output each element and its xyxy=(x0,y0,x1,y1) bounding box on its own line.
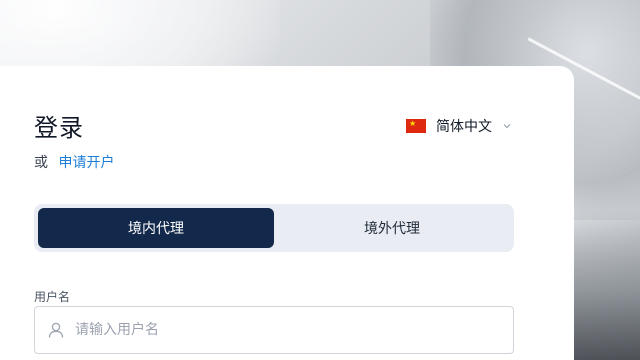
language-label: 简体中文 xyxy=(436,119,492,135)
username-input[interactable] xyxy=(73,309,513,351)
register-link[interactable]: 申请开户 xyxy=(58,155,114,171)
or-text: 或 xyxy=(34,155,48,171)
agent-type-tabs: 境内代理 境外代理 xyxy=(34,204,514,252)
username-label: 用户名 xyxy=(34,290,71,304)
login-card: 登录 ★ 简体中文 或 申请开户 境内代理 境外代理 用户名 xyxy=(0,66,574,360)
register-row: 或 申请开户 xyxy=(34,152,114,172)
china-flag-icon: ★ xyxy=(406,119,426,133)
language-selector[interactable]: ★ 简体中文 xyxy=(406,116,512,136)
login-page: 登录 ★ 简体中文 或 申请开户 境内代理 境外代理 用户名 xyxy=(0,0,640,360)
chevron-down-icon xyxy=(502,121,512,131)
username-field-box xyxy=(34,306,514,354)
page-title: 登录 xyxy=(34,114,84,142)
user-icon xyxy=(47,321,65,339)
tab-domestic-agent[interactable]: 境内代理 xyxy=(38,208,274,248)
tab-overseas-agent[interactable]: 境外代理 xyxy=(274,208,510,248)
